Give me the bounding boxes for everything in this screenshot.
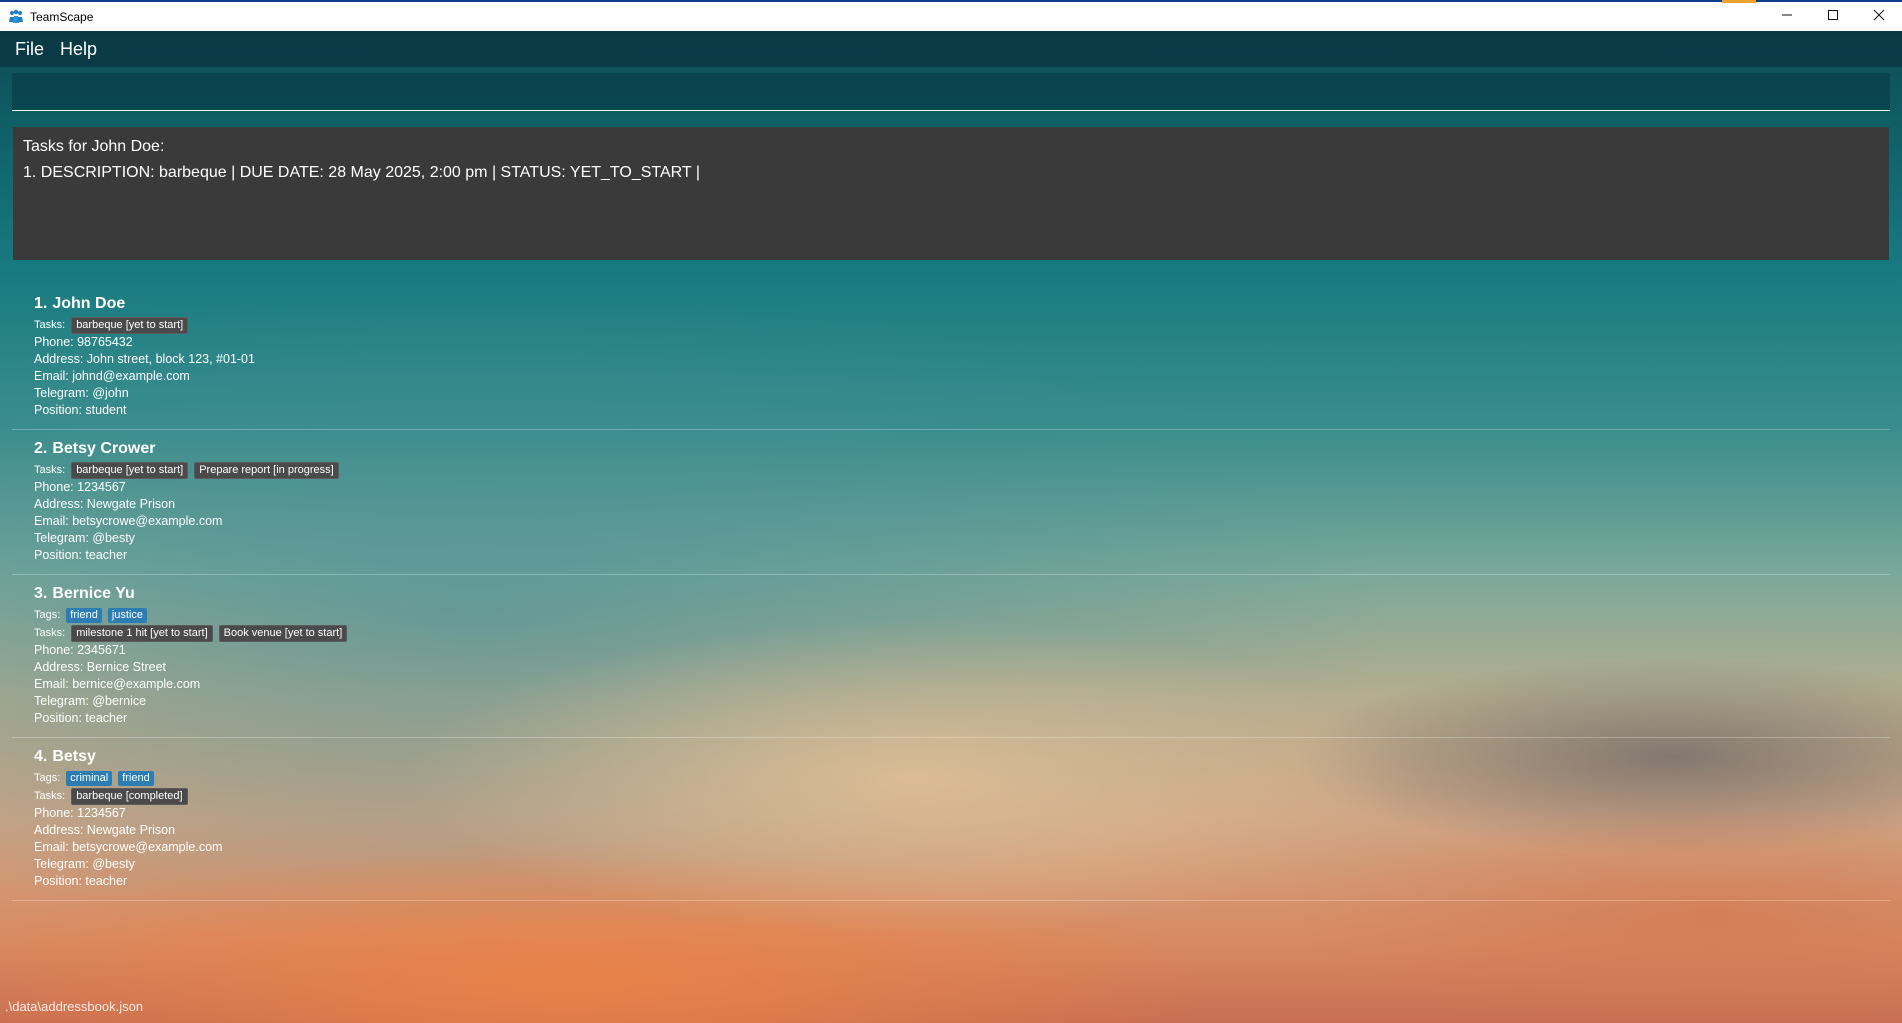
title-bar: TeamScape: [0, 0, 1902, 31]
task-chip: barbeque [yet to start]: [71, 316, 189, 334]
title-accent-strip: [1722, 0, 1756, 3]
person-name-row: 3. Bernice Yu: [34, 583, 1890, 605]
position: Position: student: [34, 403, 127, 417]
tag-chip: justice: [107, 607, 148, 623]
tasks-row: Tasks: barbeque [yet to start]: [34, 316, 1890, 334]
tasks-label: Tasks:: [34, 790, 66, 802]
maximize-button[interactable]: [1810, 2, 1856, 31]
task-chip: milestone 1 hit [yet to start]: [71, 624, 213, 642]
app-window: TeamScape File Help Tasks for John Doe: …: [0, 0, 1902, 1023]
phone: Phone: 1234567: [34, 806, 126, 820]
task-chip: barbeque [completed]: [71, 787, 188, 805]
person-name: Betsy: [52, 748, 96, 765]
person-index: 1.: [34, 295, 48, 312]
person-name-row: 1. John Doe: [34, 293, 1890, 315]
person-card[interactable]: 1. John Doe Tasks: barbeque [yet to start…: [12, 285, 1890, 430]
team-people-icon: [8, 9, 24, 25]
address: Address: Newgate Prison: [34, 497, 176, 511]
email: Email: johnd@example.com: [34, 369, 190, 383]
result-line-2: 1. DESCRIPTION: barbeque | DUE DATE: 28 …: [23, 164, 701, 181]
tags-label: Tags:: [34, 609, 61, 621]
command-input[interactable]: [12, 73, 1890, 111]
tags-label: Tags:: [34, 772, 61, 784]
tasks-row: Tasks: milestone 1 hit [yet to start] Bo…: [34, 624, 1890, 642]
person-card[interactable]: 4. Betsy Tags: criminal friend Tasks: bar…: [12, 738, 1890, 901]
person-card[interactable]: 3. Bernice Yu Tags: friend justice Tasks:…: [12, 575, 1890, 738]
task-chip: barbeque [yet to start]: [71, 461, 189, 479]
task-chip: Prepare report [in progress]: [194, 461, 339, 479]
tasks-row: Tasks: barbeque [yet to start] Prepare r…: [34, 461, 1890, 479]
phone: Phone: 1234567: [34, 480, 126, 494]
person-index: 3.: [34, 585, 48, 602]
result-line-1: Tasks for John Doe:: [23, 138, 165, 155]
close-icon: [1873, 9, 1885, 25]
minimize-button[interactable]: [1764, 2, 1810, 31]
address: Address: Newgate Prison: [34, 823, 176, 837]
address: Address: John street, block 123, #01-01: [34, 352, 255, 366]
tags-row: Tags: friend justice: [34, 606, 1890, 624]
result-display: Tasks for John Doe: 1. DESCRIPTION: barb…: [13, 127, 1889, 260]
position: Position: teacher: [34, 548, 128, 562]
task-chip: Book venue [yet to start]: [218, 624, 348, 642]
tag-chip: friend: [66, 607, 102, 623]
email: Email: bernice@example.com: [34, 677, 201, 691]
close-button[interactable]: [1856, 2, 1902, 31]
tag-chip: criminal: [66, 770, 113, 786]
phone: Phone: 2345671: [34, 643, 126, 657]
telegram: Telegram: @besty: [34, 857, 135, 871]
email: Email: betsycrowe@example.com: [34, 840, 223, 854]
person-name-row: 4. Betsy: [34, 746, 1890, 768]
tags-row: Tags: criminal friend: [34, 769, 1890, 787]
tasks-row: Tasks: barbeque [completed]: [34, 787, 1890, 805]
person-name: Bernice Yu: [52, 585, 135, 602]
menu-help[interactable]: Help: [60, 39, 97, 60]
telegram: Telegram: @besty: [34, 531, 135, 545]
phone: Phone: 98765432: [34, 335, 133, 349]
person-index: 4.: [34, 748, 48, 765]
person-index: 2.: [34, 440, 48, 457]
menu-bar: File Help: [0, 31, 1902, 67]
tag-chip: friend: [118, 770, 154, 786]
person-card[interactable]: 2. Betsy Crower Tasks: barbeque [yet to s…: [12, 430, 1890, 575]
position: Position: teacher: [34, 711, 128, 725]
person-name: John Doe: [52, 295, 126, 312]
telegram: Telegram: @bernice: [34, 694, 147, 708]
minimize-icon: [1781, 9, 1793, 25]
maximize-icon: [1827, 9, 1839, 25]
tasks-label: Tasks:: [34, 464, 66, 476]
status-bar-path: .\data\addressbook.json: [5, 999, 144, 1014]
menu-file[interactable]: File: [15, 39, 44, 60]
person-list[interactable]: 1. John Doe Tasks: barbeque [yet to start…: [12, 285, 1890, 901]
tasks-label: Tasks:: [34, 319, 66, 331]
address: Address: Bernice Street: [34, 660, 167, 674]
email: Email: betsycrowe@example.com: [34, 514, 223, 528]
position: Position: teacher: [34, 874, 128, 888]
tasks-label: Tasks:: [34, 627, 66, 639]
person-name: Betsy Crower: [52, 440, 156, 457]
person-name-row: 2. Betsy Crower: [34, 438, 1890, 460]
telegram: Telegram: @john: [34, 386, 129, 400]
window-title: TeamScape: [30, 10, 94, 24]
